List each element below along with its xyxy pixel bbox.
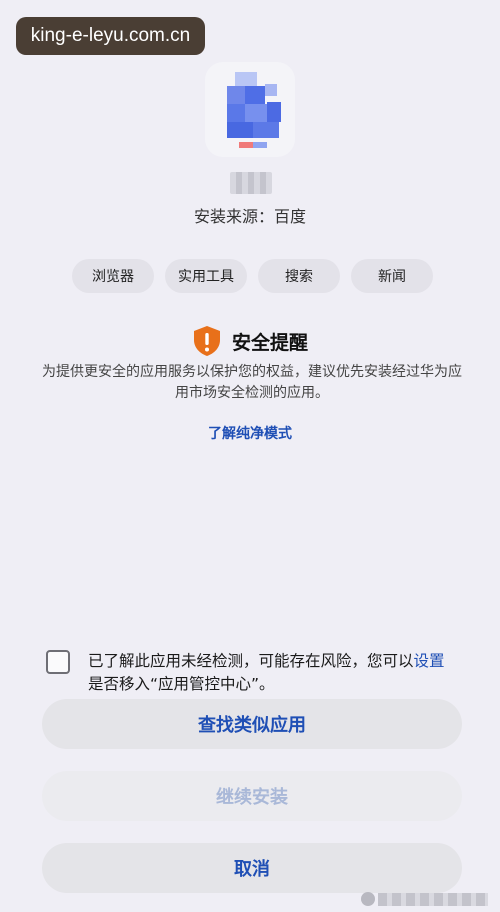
app-name-blurred: [230, 172, 272, 194]
find-similar-apps-button[interactable]: 查找类似应用: [42, 699, 462, 749]
learn-pure-mode-link[interactable]: 了解纯净模式: [0, 423, 500, 443]
tag-utilities: 实用工具: [165, 259, 247, 293]
risk-consent: 已了解此应用未经检测，可能存在风险，您可以设置是否移入“应用管控中心”。: [46, 650, 466, 696]
app-tags: 浏览器 实用工具 搜索 新闻: [0, 259, 500, 293]
risk-consent-checkbox[interactable]: [46, 650, 70, 674]
consent-text-start: 已了解此应用未经检测，可能存在风险，您可以: [88, 652, 414, 670]
watermark-label: king-e-leyu.com.cn: [16, 17, 205, 55]
tag-search: 搜索: [258, 259, 340, 293]
tag-news: 新闻: [351, 259, 433, 293]
tag-browser: 浏览器: [72, 259, 154, 293]
continue-install-button[interactable]: 继续安装: [42, 771, 462, 821]
consent-text-end: 是否移入“应用管控中心”。: [88, 675, 275, 693]
watermark-text-blurred: [378, 892, 488, 906]
security-alert-title: 安全提醒: [231, 331, 308, 354]
shield-exclamation-icon: [193, 326, 220, 356]
cancel-button[interactable]: 取消: [42, 843, 462, 893]
settings-link[interactable]: 设置: [414, 652, 445, 670]
security-alert-header: 安全提醒: [0, 325, 500, 357]
install-source: 安装来源：百度: [193, 207, 306, 226]
security-alert-description: 为提供更安全的应用服务以保护您的权益，建议优先安装经过华为应用市场安全检测的应用…: [42, 364, 462, 401]
risk-consent-text: 已了解此应用未经检测，可能存在风险，您可以设置是否移入“应用管控中心”。: [88, 650, 458, 696]
watermark-logo-icon: [361, 892, 375, 906]
app-icon: [205, 62, 295, 157]
bottom-watermark: [361, 892, 488, 906]
